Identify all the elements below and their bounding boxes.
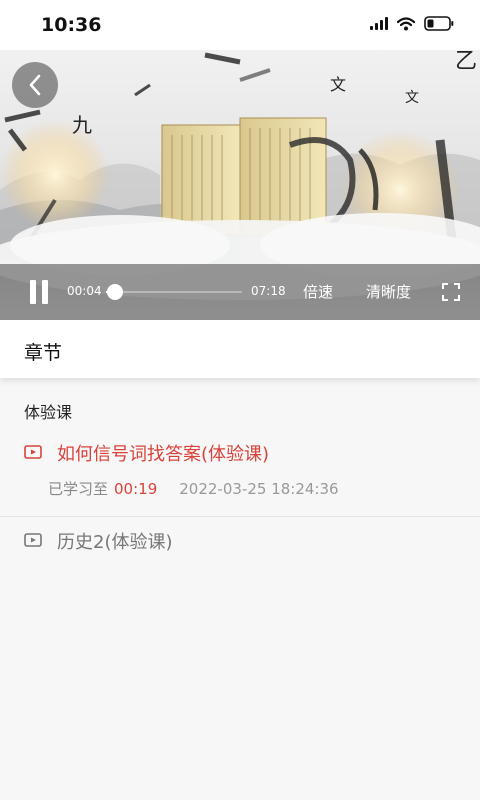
overlay-glyph: 文 <box>330 75 346 94</box>
fullscreen-icon <box>442 283 460 301</box>
lesson-title: 如何信号词找答案(体验课) <box>57 444 270 465</box>
video-play-icon <box>24 445 42 459</box>
progress-thumb[interactable] <box>107 284 124 300</box>
fullscreen-button[interactable] <box>442 283 460 301</box>
player-controls: 00:04 07:18 倍速 清晰度 <box>0 264 480 320</box>
battery-icon <box>424 16 454 31</box>
lesson-progress: 已学习至 00:19 2022-03-25 18:24:36 <box>48 478 339 499</box>
status-time: 10:36 <box>41 14 102 36</box>
progress-label: 已学习至 <box>48 480 109 498</box>
current-time: 00:04 <box>67 284 102 298</box>
section-title: 体验课 <box>24 403 73 422</box>
pause-button[interactable] <box>28 280 50 304</box>
progress-bar[interactable] <box>106 284 242 300</box>
chapter-title: 章节 <box>24 342 63 364</box>
overlay-glyph: 乙 <box>455 50 477 74</box>
progress-time: 00:19 <box>114 480 158 498</box>
chevron-left-icon <box>29 74 41 96</box>
quality-button[interactable]: 清晰度 <box>366 281 411 302</box>
lesson-item-active[interactable]: 如何信号词找答案(体验课) 已学习至 00:19 2022-03-25 18:24:… <box>0 432 480 516</box>
lesson-item[interactable]: 历史2(体验课) <box>0 518 480 562</box>
video-player[interactable]: 文 九 文 乙 00:04 07:18 倍速 清晰度 <box>0 50 480 320</box>
status-bar: 10:36 <box>0 0 480 50</box>
chapter-header: 章节 <box>0 320 480 378</box>
status-icons <box>370 16 454 31</box>
divider <box>0 516 480 517</box>
video-play-icon <box>24 533 42 547</box>
back-button[interactable] <box>12 62 58 108</box>
progress-date: 2022-03-25 18:24:36 <box>179 480 339 498</box>
overlay-glyph: 九 <box>72 113 92 137</box>
wifi-icon <box>397 16 415 31</box>
pause-icon <box>30 280 36 304</box>
lesson-title: 历史2(体验课) <box>57 532 173 553</box>
speed-button[interactable]: 倍速 <box>303 281 333 302</box>
overlay-glyph: 文 <box>405 90 419 106</box>
signal-icon <box>370 17 388 30</box>
total-time: 07:18 <box>251 284 286 298</box>
